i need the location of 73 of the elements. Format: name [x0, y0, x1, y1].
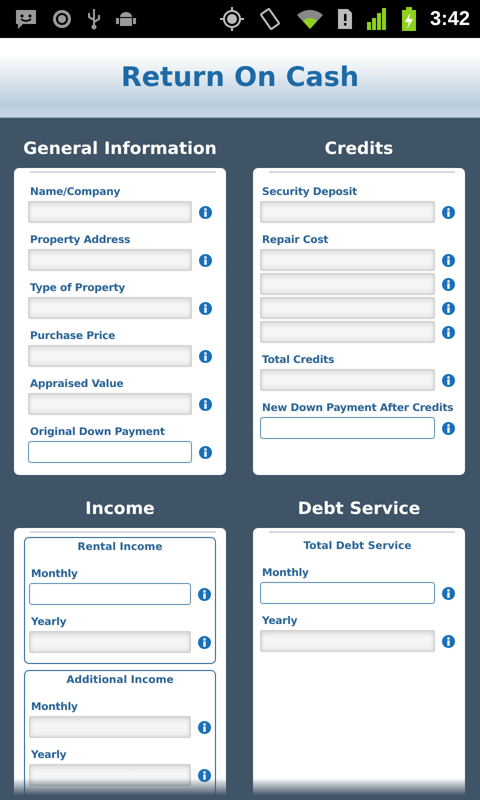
- info-icon[interactable]: [198, 768, 211, 782]
- info-icon[interactable]: [442, 634, 455, 648]
- info-icon[interactable]: [199, 446, 212, 458]
- info-icon[interactable]: [198, 720, 211, 734]
- field-label: Yearly: [30, 615, 68, 630]
- info-icon[interactable]: [442, 206, 455, 218]
- info-icon[interactable]: [199, 302, 212, 314]
- section-heading: General Information: [22, 140, 218, 161]
- field-label: Type of Property: [29, 281, 126, 296]
- info-icon[interactable]: [199, 206, 212, 218]
- field-label: Monthly: [30, 700, 79, 715]
- signal-icon: [366, 8, 388, 30]
- input-field[interactable]: [29, 631, 191, 653]
- robot-icon: [116, 9, 136, 29]
- group-title: Additional Income: [65, 673, 175, 688]
- input-field[interactable]: [28, 201, 192, 223]
- input-field[interactable]: [28, 249, 192, 271]
- input-field[interactable]: [260, 630, 435, 652]
- info-icon[interactable]: [442, 302, 455, 314]
- field-label: New Down Payment After Credits: [261, 401, 454, 416]
- input-field[interactable]: [29, 764, 191, 786]
- info-icon[interactable]: [442, 422, 455, 434]
- field-label: Yearly: [261, 614, 298, 629]
- field-label: Name/Company: [29, 185, 122, 200]
- input-field[interactable]: [260, 582, 435, 604]
- field-label: Security Deposit: [261, 185, 358, 200]
- input-field[interactable]: [260, 249, 435, 271]
- clock-time: 3:42: [430, 8, 470, 30]
- info-icon[interactable]: [199, 254, 212, 266]
- field-label: Repair Cost: [261, 233, 330, 248]
- field-label: Appraised Value: [29, 377, 124, 392]
- section-heading: Debt Service: [296, 500, 422, 521]
- field-label: Total Credits: [261, 353, 336, 368]
- page-title: Return On Cash: [120, 62, 360, 93]
- info-icon[interactable]: [199, 398, 212, 410]
- section-heading: Income: [84, 500, 156, 521]
- info-icon[interactable]: [442, 254, 455, 266]
- disc-icon: [52, 9, 72, 29]
- wifi-icon: [296, 8, 324, 30]
- input-field[interactable]: [28, 441, 192, 463]
- chat-icon: [14, 8, 38, 30]
- input-field[interactable]: [28, 345, 192, 367]
- input-field[interactable]: [29, 716, 191, 738]
- field-label: Purchase Price: [29, 329, 116, 344]
- info-icon[interactable]: [199, 350, 212, 362]
- input-field[interactable]: [260, 297, 435, 319]
- field-label: Monthly: [30, 567, 79, 582]
- sim-alert-icon: [338, 9, 352, 29]
- input-field[interactable]: [28, 393, 192, 415]
- section-heading: Credits: [324, 140, 394, 161]
- battery-icon: [402, 7, 416, 31]
- info-icon[interactable]: [198, 588, 211, 600]
- input-field[interactable]: [28, 297, 192, 319]
- field-label: Original Down Payment: [29, 425, 166, 440]
- rotate-icon: [258, 8, 282, 30]
- input-field[interactable]: [260, 417, 435, 439]
- info-icon[interactable]: [442, 326, 455, 338]
- field-label: Monthly: [261, 566, 310, 581]
- input-field[interactable]: [260, 369, 435, 391]
- info-icon[interactable]: [198, 636, 211, 648]
- group-title: Total Debt Service: [302, 539, 413, 554]
- input-field[interactable]: [29, 583, 191, 605]
- input-field[interactable]: [260, 201, 435, 223]
- input-field[interactable]: [260, 321, 435, 343]
- input-field[interactable]: [260, 273, 435, 295]
- info-icon[interactable]: [442, 278, 455, 290]
- info-icon[interactable]: [442, 374, 455, 386]
- group-title: Rental Income: [76, 540, 164, 555]
- field-label: Property Address: [29, 233, 132, 248]
- field-label: Yearly: [30, 748, 68, 763]
- usb-icon: [86, 8, 102, 30]
- gps-icon: [220, 7, 244, 31]
- info-icon[interactable]: [442, 586, 455, 600]
